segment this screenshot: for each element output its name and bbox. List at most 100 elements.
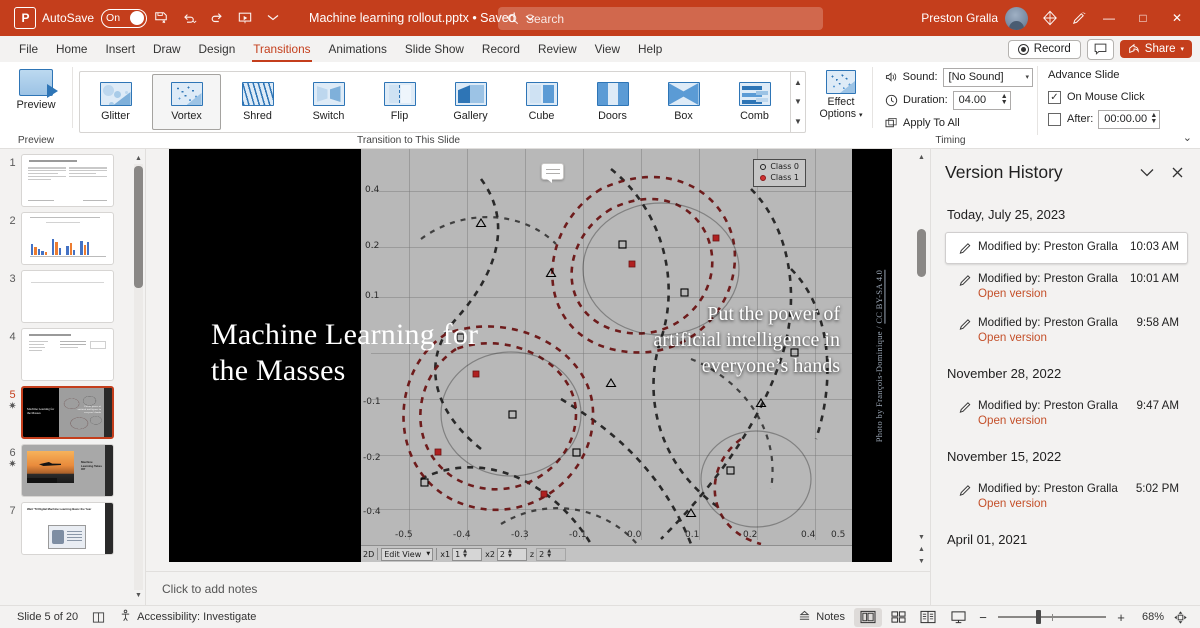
view-normal-button[interactable] — [854, 607, 882, 627]
view-slideshow-button[interactable] — [944, 608, 972, 627]
tab-home[interactable]: Home — [47, 37, 96, 61]
quick-access-more-icon[interactable] — [259, 5, 287, 31]
photo-credit-link[interactable]: CC BY-SA 4.0 — [874, 269, 884, 323]
copilot-icon[interactable] — [1036, 5, 1064, 31]
fit-slide-button[interactable] — [1166, 608, 1194, 627]
minimize-button[interactable]: — — [1092, 2, 1126, 34]
version-item-0-2[interactable]: Modified by: Preston Gralla 9:58 AM Open… — [945, 308, 1188, 352]
slide-thumbnail-4[interactable] — [21, 328, 114, 381]
version-history-collapse-icon[interactable] — [1136, 161, 1158, 183]
redo-icon[interactable] — [203, 5, 231, 31]
transition-glitter[interactable]: Glitter — [81, 74, 150, 130]
open-version-link-0-2[interactable]: Open version — [978, 331, 1179, 344]
thumbnail-scroll-thumb[interactable] — [134, 166, 143, 288]
plot-x2-stepper[interactable]: ▲ ▼ — [508, 549, 512, 559]
zoom-in-button[interactable]: + — [1112, 610, 1130, 625]
slide-thumbnail-1[interactable] — [21, 154, 114, 207]
autosave-toggle[interactable]: On — [101, 8, 148, 28]
slide-counter[interactable]: Slide 5 of 20 — [10, 609, 85, 625]
slide-title-text[interactable]: Machine Learning for the Masses — [211, 317, 521, 389]
transition-cube[interactable]: Cube — [507, 74, 576, 130]
version-item-0-0[interactable]: Modified by: Preston Gralla 10:03 AM — [945, 232, 1188, 264]
duration-input[interactable]: 04.00 ▲ ▼ — [952, 90, 1011, 110]
transition-gallery-effect[interactable]: Gallery — [436, 74, 505, 130]
after-stepper[interactable]: ▲ ▼ — [1150, 112, 1157, 125]
after-input[interactable]: 00:00.00 ▲ ▼ — [1098, 109, 1161, 129]
effect-options-button[interactable]: Effect Options ▾ — [810, 66, 872, 122]
preview-button[interactable]: Preview — [10, 66, 61, 113]
plot-z-stepper[interactable]: ▲ ▼ — [547, 549, 551, 559]
zoom-slider[interactable] — [998, 610, 1106, 625]
tab-slide-show[interactable]: Slide Show — [396, 37, 473, 61]
sound-select[interactable]: [No Sound] ▾ — [942, 67, 1033, 87]
slide-thumbnail-3[interactable] — [21, 270, 114, 323]
after-checkbox[interactable] — [1048, 112, 1061, 126]
tab-help[interactable]: Help — [629, 37, 671, 61]
slide-thumbnail-5[interactable]: Machine Learning for the Masses Put the … — [21, 386, 114, 439]
transition-vortex[interactable]: Vortex — [152, 74, 221, 130]
tab-review[interactable]: Review — [529, 37, 586, 61]
thumbnail-scrollbar[interactable]: ▲ ▼ — [134, 153, 143, 601]
share-button[interactable]: Share ▾ — [1119, 40, 1192, 58]
plot-edit-view-dropdown[interactable]: Edit View ▼ — [381, 547, 434, 561]
plot-x1-control[interactable]: x1 1 ▲ ▼ — [440, 547, 483, 561]
transition-comb[interactable]: Comb — [720, 74, 789, 130]
transition-box[interactable]: Box — [649, 74, 718, 130]
ribbon-collapse-button[interactable]: ⌄ — [1183, 131, 1192, 144]
gallery-expand[interactable]: ▼ — [791, 112, 805, 131]
user-name[interactable]: Preston Gralla — [921, 11, 998, 25]
language-icon[interactable] — [85, 609, 112, 626]
plot-x1-input[interactable]: 1 ▲ ▼ — [452, 547, 483, 561]
duration-stepper[interactable]: ▲ ▼ — [1001, 93, 1008, 106]
tab-insert[interactable]: Insert — [96, 37, 144, 61]
tab-file[interactable]: File — [10, 37, 47, 61]
slide-prev-button[interactable]: ▲ — [916, 543, 927, 555]
record-button[interactable]: Record — [1007, 39, 1081, 59]
version-history-close-icon[interactable] — [1166, 161, 1188, 183]
accessibility-status[interactable]: Accessibility: Investigate — [112, 607, 263, 627]
slide-next-button[interactable]: ▼ — [916, 555, 927, 567]
view-reading-button[interactable] — [914, 608, 942, 627]
start-presentation-icon[interactable] — [231, 5, 259, 31]
ink-pen-icon[interactable] — [1064, 5, 1092, 31]
slide-subtitle-text[interactable]: Put the power of artificial intelligence… — [635, 301, 840, 379]
slide-thumbnail-2[interactable] — [21, 212, 114, 265]
undo-icon[interactable] — [175, 5, 203, 31]
tab-transitions[interactable]: Transitions — [244, 37, 319, 62]
notes-pane[interactable]: Click to add notes — [146, 571, 930, 605]
tab-animations[interactable]: Animations — [320, 37, 396, 61]
after-row[interactable]: After: 00:00.00 ▲ ▼ — [1044, 108, 1161, 130]
transition-shred[interactable]: Shred — [223, 74, 292, 130]
on-mouse-click-checkbox[interactable]: ✓ — [1048, 90, 1061, 104]
transition-switch[interactable]: Switch — [294, 74, 363, 130]
current-slide[interactable]: 0.4 0.2 0.1 -0.1 -0.2 -0.4 -0.5 -0.4 -0.… — [169, 149, 892, 562]
close-button[interactable]: ✕ — [1160, 2, 1194, 34]
version-item-1-0[interactable]: Modified by: Preston Gralla 9:47 AM Open… — [945, 391, 1188, 435]
plot-z-control[interactable]: z 2 ▲ ▼ — [530, 547, 567, 561]
zoom-slider-handle[interactable] — [1036, 610, 1041, 624]
gallery-scroll-down[interactable]: ▼ — [791, 92, 805, 111]
zoom-percent[interactable]: 68% — [1132, 611, 1164, 623]
maximize-button[interactable]: □ — [1126, 2, 1160, 34]
transition-doors[interactable]: Doors — [578, 74, 647, 130]
view-slide-sorter-button[interactable] — [884, 608, 912, 627]
on-mouse-click-row[interactable]: ✓ On Mouse Click — [1044, 86, 1160, 108]
slide-thumbnail-6[interactable]: Machine Learning Takes Off — [21, 444, 114, 497]
plot-x2-input[interactable]: 2 ▲ ▼ — [496, 547, 527, 561]
transition-flip[interactable]: Flip — [365, 74, 434, 130]
slide-scroll-down[interactable]: ▼ — [916, 531, 927, 543]
plot-x2-control[interactable]: x2 2 ▲ ▼ — [485, 547, 527, 561]
save-icon[interactable] — [147, 5, 175, 31]
comment-marker[interactable] — [541, 163, 564, 183]
plot-x1-stepper[interactable]: ▲ ▼ — [463, 549, 467, 559]
tab-view[interactable]: View — [586, 37, 629, 61]
avatar[interactable] — [1005, 6, 1028, 30]
open-version-link-2-0[interactable]: Open version — [978, 497, 1179, 510]
slide-scroll-up[interactable]: ▲ — [916, 151, 927, 163]
slide-thumbnail-7[interactable]: Wait ‘Til Digital Machine Learning Basic… — [21, 502, 114, 555]
slide-scrollbar[interactable]: ▲ ▼ ▲ ▼ — [916, 151, 927, 569]
open-version-link-0-1[interactable]: Open version — [978, 287, 1179, 300]
document-title[interactable]: Machine learning rollout.pptx • Saved — [309, 11, 516, 25]
apply-to-all-button[interactable]: Apply To All — [883, 112, 1033, 134]
zoom-out-button[interactable]: − — [974, 610, 992, 625]
